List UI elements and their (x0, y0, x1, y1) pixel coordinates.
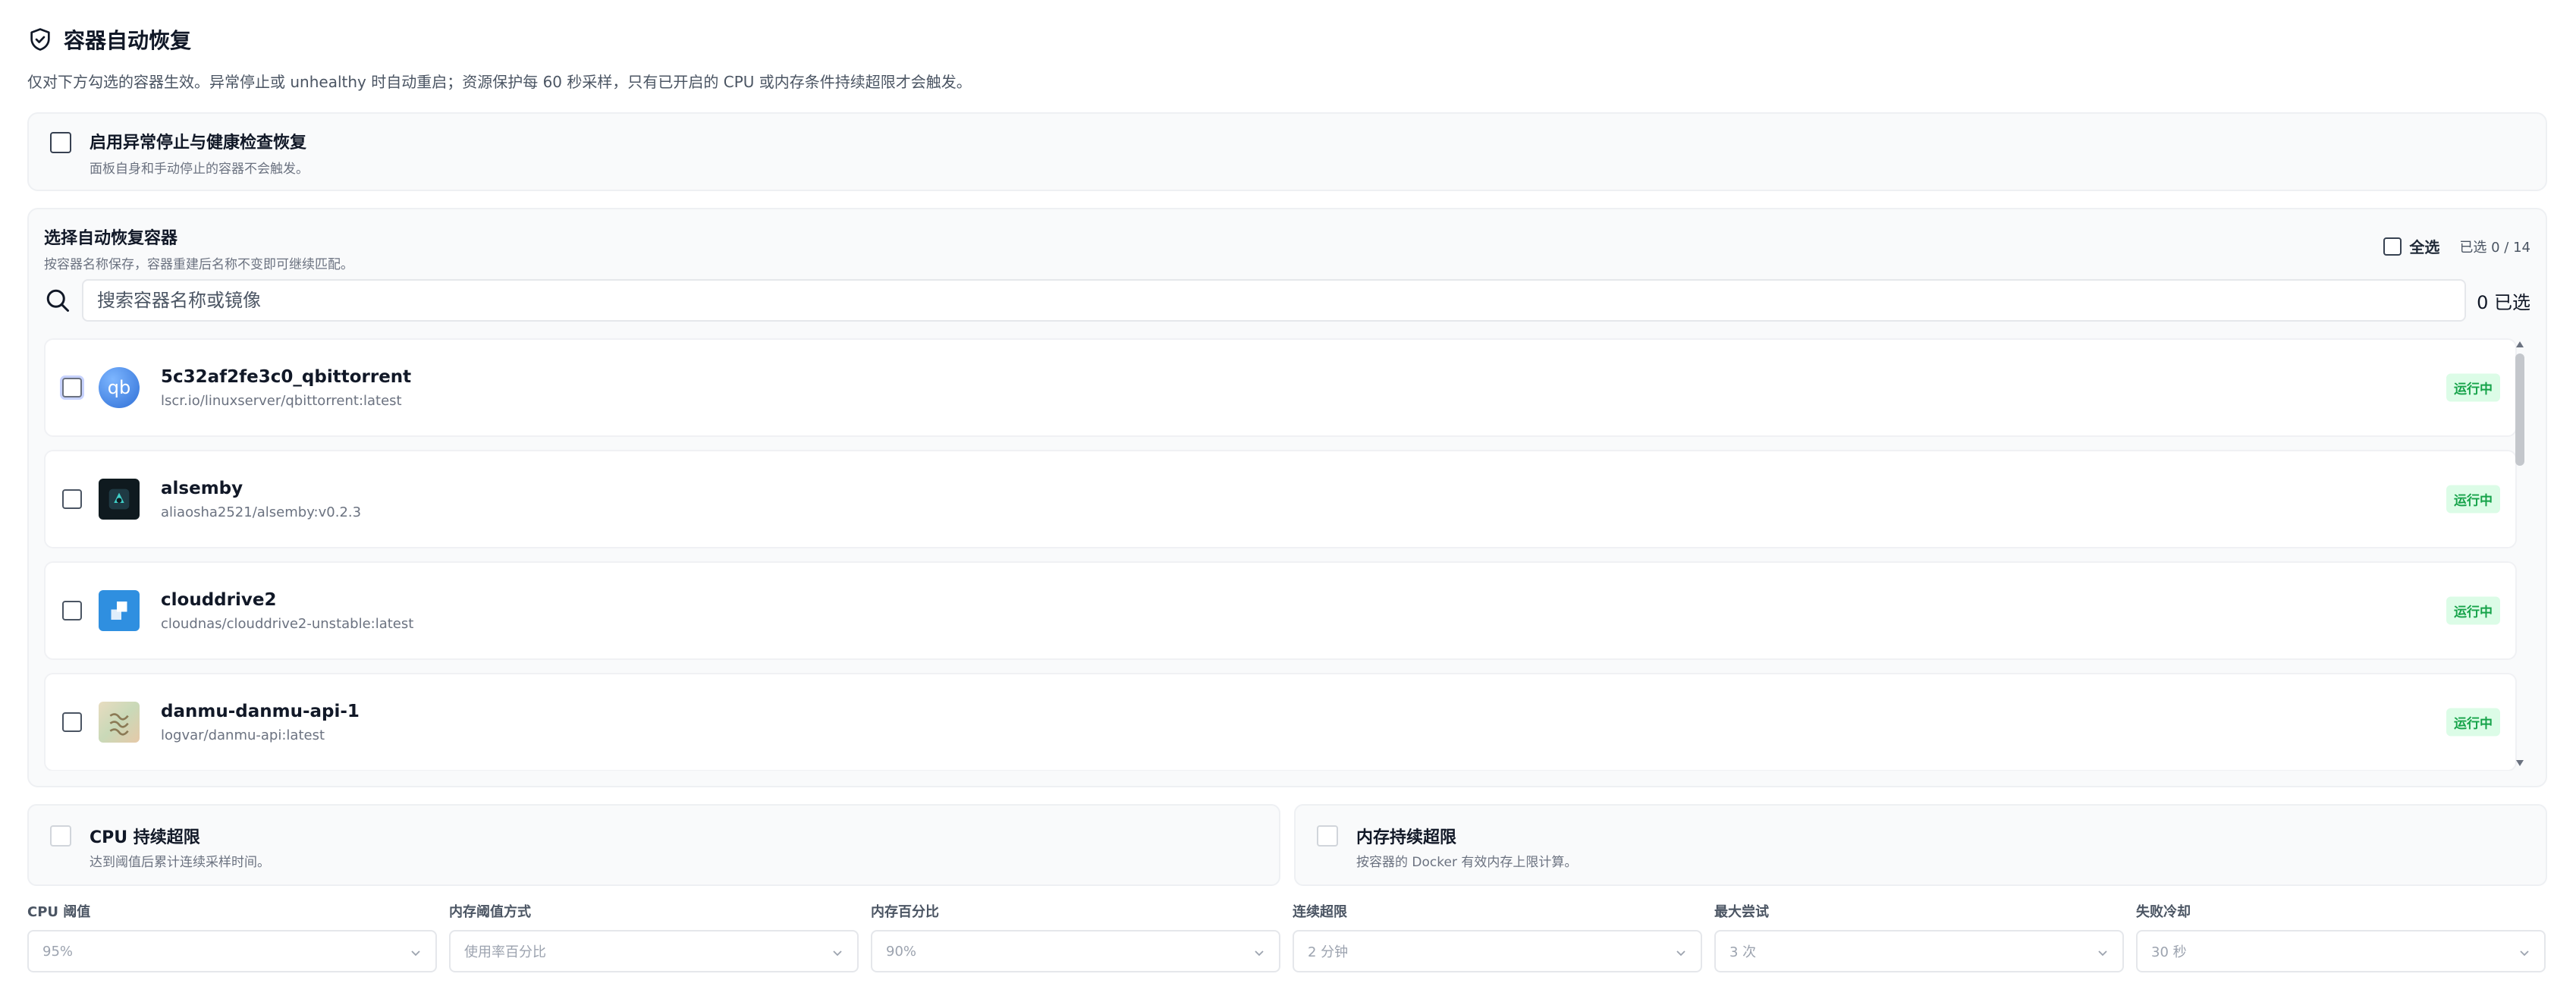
select-value: 使用率百分比 (464, 944, 546, 960)
field-label: 失败冷却 (2136, 904, 2191, 920)
cpu-limit-option: CPU 持续超限 达到阈值后累计连续采样时间。 (27, 804, 1280, 886)
container-meta: 5c32af2fe3c0_qbittorrent lscr.io/linuxse… (161, 367, 411, 409)
max-attempts-select[interactable]: 3 次 (1714, 930, 2124, 972)
danmu-api-logo (109, 713, 129, 736)
scroll-thumb[interactable] (2515, 353, 2524, 466)
shield-check-icon (30, 28, 50, 51)
sustained-duration-field: 连续超限 2 分钟 (1293, 901, 1702, 972)
selector-header: 选择自动恢复容器 按容器名称保存，容器重建后名称不变即可继续匹配。 (44, 225, 353, 272)
memory-percent-select[interactable]: 90% (871, 930, 1280, 972)
select-all-label[interactable]: 全选 (2409, 235, 2439, 257)
cpu-limit-subtitle: 达到阈值后累计连续采样时间。 (90, 855, 270, 870)
selector-subtitle: 按容器名称保存，容器重建后名称不变即可继续匹配。 (44, 257, 353, 272)
status-badge: 运行中 (2446, 596, 2500, 625)
qbittorrent-icon-text: qb (107, 377, 131, 398)
status-badge: 运行中 (2446, 708, 2500, 737)
container-list[interactable]: qb 5c32af2fe3c0_qbittorrent lscr.io/linu… (44, 338, 2517, 771)
health-recovery-checkbox[interactable] (50, 132, 71, 153)
select-value: 3 次 (1729, 944, 1757, 960)
memory-mode-select[interactable]: 使用率百分比 (449, 930, 859, 972)
container-checkbox[interactable] (62, 712, 82, 732)
field-label: 最大尝试 (1714, 904, 1769, 920)
container-name: 5c32af2fe3c0_qbittorrent (161, 366, 412, 387)
sustained-duration-select[interactable]: 2 分钟 (1293, 930, 1702, 972)
container-name: alsemby (161, 478, 243, 498)
container-row[interactable]: alsemby aliaosha2521/alsemby:v0.2.3 运行中 (44, 450, 2517, 548)
health-recovery-title: 启用异常停止与健康检查恢复 (90, 134, 307, 152)
cpu-limit-checkbox[interactable] (50, 825, 71, 847)
memory-limit-title: 内存持续超限 (1356, 828, 1457, 847)
chevron-down-icon (411, 950, 420, 957)
scroll-up-arrow[interactable] (2516, 341, 2524, 347)
select-value: 30 秒 (2151, 944, 2187, 960)
container-image: lscr.io/linuxserver/qbittorrent:latest (161, 392, 402, 409)
select-all-control: 全选 已选 0 / 14 (2383, 235, 2530, 257)
container-name: danmu-danmu-api-1 (161, 701, 360, 721)
danmu-api-icon (99, 702, 140, 743)
field-label: 内存阈值方式 (449, 904, 531, 920)
container-meta: alsemby aliaosha2521/alsemby:v0.2.3 (161, 479, 361, 520)
container-image: logvar/danmu-api:latest (161, 727, 325, 743)
container-checkbox[interactable] (62, 601, 82, 620)
chevron-down-icon (2098, 950, 2107, 957)
selected-count: 已选 0 / 14 (2459, 239, 2530, 256)
chevron-down-icon (1676, 950, 1685, 957)
container-meta: clouddrive2 cloudnas/clouddrive2-unstabl… (161, 590, 413, 632)
status-badge: 运行中 (2446, 373, 2500, 402)
search-icon (46, 289, 69, 312)
cpu-limit-title: CPU 持续超限 (90, 828, 200, 847)
section-header: 容器自动恢复 (27, 23, 191, 56)
cpu-threshold-field: CPU 阈值 95% (27, 901, 437, 972)
search-bar: 0 已选 (44, 279, 2530, 322)
search-input[interactable] (82, 279, 2467, 322)
health-recovery-option: 启用异常停止与健康检查恢复 面板自身和手动停止的容器不会触发。 (27, 112, 2547, 191)
memory-limit-checkbox[interactable] (1317, 825, 1338, 847)
memory-percent-field: 内存百分比 90% (871, 901, 1280, 972)
qbittorrent-icon: qb (99, 367, 140, 408)
container-image: aliaosha2521/alsemby:v0.2.3 (161, 504, 362, 520)
clouddrive2-icon (99, 590, 140, 631)
container-row[interactable]: qb 5c32af2fe3c0_qbittorrent lscr.io/linu… (44, 338, 2517, 437)
search-selected-count: 0 已选 (2477, 291, 2530, 313)
container-selector: 选择自动恢复容器 按容器名称保存，容器重建后名称不变即可继续匹配。 全选 已选 … (27, 208, 2547, 787)
container-checkbox[interactable] (62, 378, 82, 397)
container-meta: danmu-danmu-api-1 logvar/danmu-api:lates… (161, 702, 360, 743)
select-value: 90% (886, 943, 917, 960)
health-recovery-subtitle: 面板自身和手动停止的容器不会触发。 (90, 162, 309, 177)
list-scrollbar[interactable] (2515, 341, 2524, 766)
select-all-checkbox[interactable] (2383, 237, 2402, 256)
status-badge: 运行中 (2446, 485, 2500, 514)
chevron-down-icon (1255, 950, 1264, 957)
cpu-threshold-select[interactable]: 95% (27, 930, 437, 972)
alsemby-logo (108, 489, 130, 510)
container-name: clouddrive2 (161, 589, 277, 610)
container-checkbox[interactable] (62, 489, 82, 509)
page-description: 仅对下方勾选的容器生效。异常停止或 unhealthy 时自动重启；资源保护每 … (27, 73, 972, 91)
field-label: 内存百分比 (871, 904, 939, 920)
failure-cooldown-select[interactable]: 30 秒 (2136, 930, 2546, 972)
scroll-down-arrow[interactable] (2516, 760, 2524, 766)
alsemby-icon (99, 479, 140, 520)
page-title: 容器自动恢复 (64, 28, 192, 53)
field-label: CPU 阈值 (27, 904, 91, 920)
failure-cooldown-field: 失败冷却 30 秒 (2136, 901, 2546, 972)
chevron-down-icon (833, 950, 842, 957)
container-image: cloudnas/clouddrive2-unstable:latest (161, 615, 414, 632)
auto-recovery-page: 容器自动恢复 仅对下方勾选的容器生效。异常停止或 unhealthy 时自动重启… (0, 0, 2576, 999)
chevron-down-icon (2520, 950, 2529, 957)
container-row[interactable]: danmu-danmu-api-1 logvar/danmu-api:lates… (44, 673, 2517, 771)
selector-title: 选择自动恢复容器 (44, 229, 178, 248)
select-value: 2 分钟 (1308, 944, 1349, 960)
select-value: 95% (42, 943, 74, 960)
max-attempts-field: 最大尝试 3 次 (1714, 901, 2124, 972)
memory-mode-field: 内存阈值方式 使用率百分比 (449, 901, 859, 972)
field-label: 连续超限 (1293, 904, 1347, 920)
container-row[interactable]: clouddrive2 cloudnas/clouddrive2-unstabl… (44, 561, 2517, 660)
clouddrive2-logo (111, 602, 127, 620)
memory-limit-option: 内存持续超限 按容器的 Docker 有效内存上限计算。 (1294, 804, 2547, 886)
memory-limit-subtitle: 按容器的 Docker 有效内存上限计算。 (1356, 855, 1578, 870)
